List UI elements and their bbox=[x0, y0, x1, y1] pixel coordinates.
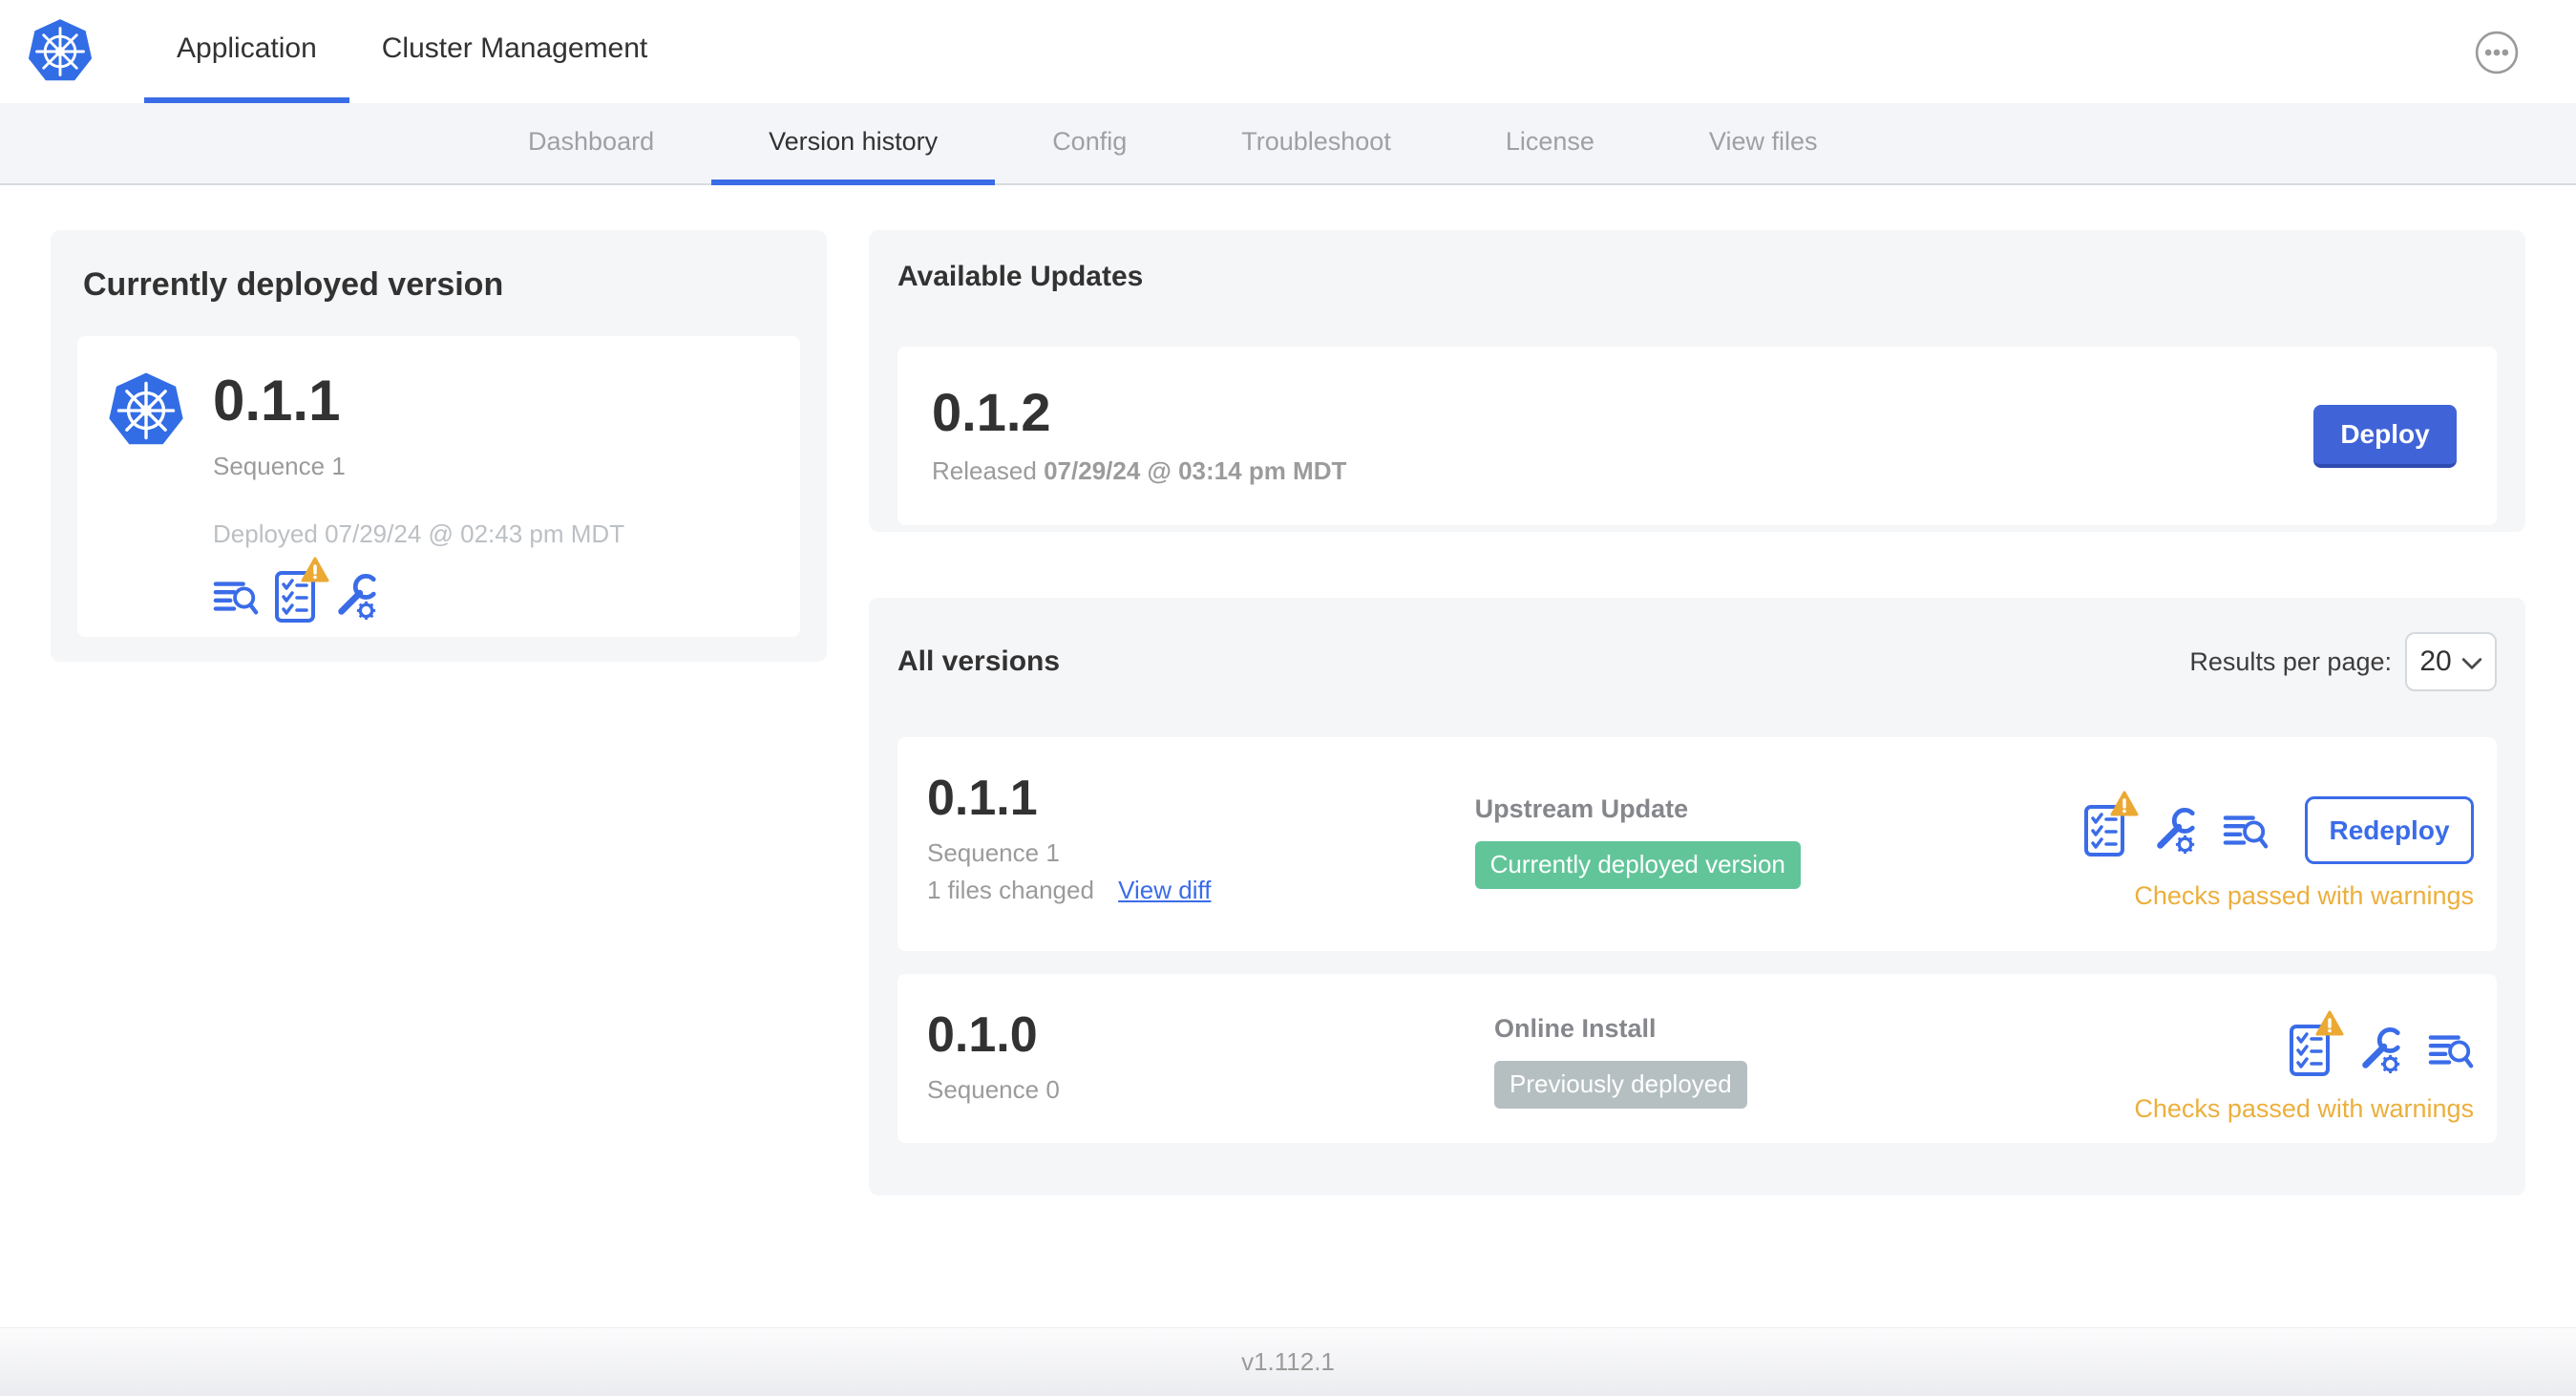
results-per-page-value: 20 bbox=[2419, 645, 2452, 677]
version-history-page: Application Cluster Management Dashboard… bbox=[0, 0, 2576, 1396]
subnav-config[interactable]: Config bbox=[995, 103, 1184, 185]
update-version-number: 0.1.2 bbox=[932, 382, 1051, 442]
current-version-number: 0.1.1 bbox=[213, 369, 341, 433]
row-sequence: Sequence 1 bbox=[927, 838, 1060, 867]
view-diff-link[interactable]: View diff bbox=[1118, 876, 1211, 904]
subnav-troubleshoot[interactable]: Troubleshoot bbox=[1184, 103, 1448, 185]
tab-application[interactable]: Application bbox=[144, 0, 349, 103]
all-versions-title: All versions bbox=[897, 645, 1061, 677]
config-icon[interactable] bbox=[331, 571, 379, 623]
current-version-actions bbox=[213, 557, 624, 624]
subnav-version-history[interactable]: Version history bbox=[711, 103, 996, 185]
files-changed-text: 1 files changed bbox=[927, 876, 1094, 904]
previously-deployed-badge: Previously deployed bbox=[1494, 1061, 1747, 1109]
deploy-button[interactable]: Deploy bbox=[2313, 404, 2457, 468]
row-version-number: 0.1.1 bbox=[927, 771, 1038, 826]
subnav-dashboard[interactable]: Dashboard bbox=[471, 103, 711, 185]
version-row-0-1-1: 0.1.1 Sequence 1 1 files changed View di… bbox=[897, 737, 2497, 951]
redeploy-button[interactable]: Redeploy bbox=[2305, 796, 2474, 864]
more-options-button[interactable] bbox=[2475, 31, 2519, 74]
app-logo bbox=[26, 0, 95, 103]
row-check-status[interactable]: Checks passed with warnings bbox=[2134, 881, 2474, 911]
page-footer: v1.112.1 bbox=[0, 1327, 2576, 1396]
row-actions bbox=[2289, 1010, 2474, 1077]
row-sequence: Sequence 0 bbox=[927, 1075, 1060, 1104]
ellipsis-icon bbox=[2475, 31, 2519, 74]
currently-deployed-card: Currently deployed version 0.1.1 Sequenc… bbox=[51, 230, 827, 662]
results-per-page-select[interactable]: 20 bbox=[2405, 632, 2497, 691]
subnav-license[interactable]: License bbox=[1448, 103, 1652, 185]
current-version-deployed-at: Deployed 07/29/24 @ 02:43 pm MDT bbox=[213, 519, 625, 548]
update-released-at: Released 07/29/24 @ 03:14 pm MDT bbox=[932, 456, 1346, 486]
release-notes-icon[interactable] bbox=[213, 576, 259, 618]
preflight-checks-warning-icon[interactable] bbox=[2289, 1010, 2344, 1077]
available-updates-card: Available Updates 0.1.2 Released 07/29/2… bbox=[869, 230, 2525, 532]
release-notes-icon[interactable] bbox=[2428, 1029, 2474, 1071]
row-source: Online Install bbox=[1494, 1014, 1657, 1043]
header-tabs: Application Cluster Management bbox=[144, 0, 680, 103]
row-files-changed: 1 files changed View diff bbox=[927, 876, 1475, 905]
config-icon[interactable] bbox=[2150, 805, 2198, 857]
available-updates-title: Available Updates bbox=[897, 261, 1144, 292]
currently-deployed-version-card: 0.1.1 Sequence 1 Deployed 07/29/24 @ 02:… bbox=[77, 336, 800, 637]
app-subnav: Dashboard Version history Config Trouble… bbox=[0, 103, 2576, 185]
warning-triangle-icon bbox=[2315, 1010, 2344, 1036]
released-value: 07/29/24 @ 03:14 pm MDT bbox=[1044, 456, 1347, 485]
warning-triangle-icon bbox=[2110, 791, 2139, 815]
top-header: Application Cluster Management bbox=[0, 0, 2576, 103]
tab-cluster-management[interactable]: Cluster Management bbox=[349, 0, 680, 103]
kubernetes-app-icon bbox=[106, 370, 186, 603]
version-rows: 0.1.1 Sequence 1 1 files changed View di… bbox=[897, 737, 2497, 1143]
available-update-row: 0.1.2 Released 07/29/24 @ 03:14 pm MDT D… bbox=[897, 347, 2497, 525]
release-notes-icon[interactable] bbox=[2223, 810, 2269, 852]
results-per-page-label: Results per page: bbox=[2189, 646, 2392, 676]
all-versions-card: All versions Results per page: 20 0.1.1 bbox=[869, 598, 2525, 1195]
row-version-number: 0.1.0 bbox=[927, 1007, 1038, 1063]
currently-deployed-title: Currently deployed version bbox=[83, 266, 504, 303]
subnav-view-files[interactable]: View files bbox=[1652, 103, 1875, 185]
row-check-status[interactable]: Checks passed with warnings bbox=[2134, 1094, 2474, 1124]
console-version: v1.112.1 bbox=[1241, 1347, 1335, 1376]
preflight-checks-warning-icon[interactable] bbox=[274, 557, 329, 624]
results-per-page: Results per page: 20 bbox=[2189, 632, 2497, 691]
row-actions: Redeploy bbox=[2083, 791, 2474, 864]
released-label: Released bbox=[932, 456, 1037, 485]
version-row-0-1-0: 0.1.0 Sequence 0 Online Install Previous… bbox=[897, 974, 2497, 1143]
row-source: Upstream Update bbox=[1474, 794, 1689, 823]
preflight-checks-warning-icon[interactable] bbox=[2083, 791, 2139, 857]
currently-deployed-badge: Currently deployed version bbox=[1474, 841, 1801, 889]
warning-triangle-icon bbox=[301, 557, 329, 582]
chevron-down-icon bbox=[2461, 658, 2481, 669]
current-version-sequence: Sequence 1 bbox=[213, 452, 346, 480]
kubernetes-logo-icon bbox=[28, 19, 93, 81]
main-content: Currently deployed version 0.1.1 Sequenc… bbox=[0, 185, 2576, 1325]
all-versions-header: All versions Results per page: 20 bbox=[897, 632, 2497, 691]
config-icon[interactable] bbox=[2355, 1025, 2403, 1076]
